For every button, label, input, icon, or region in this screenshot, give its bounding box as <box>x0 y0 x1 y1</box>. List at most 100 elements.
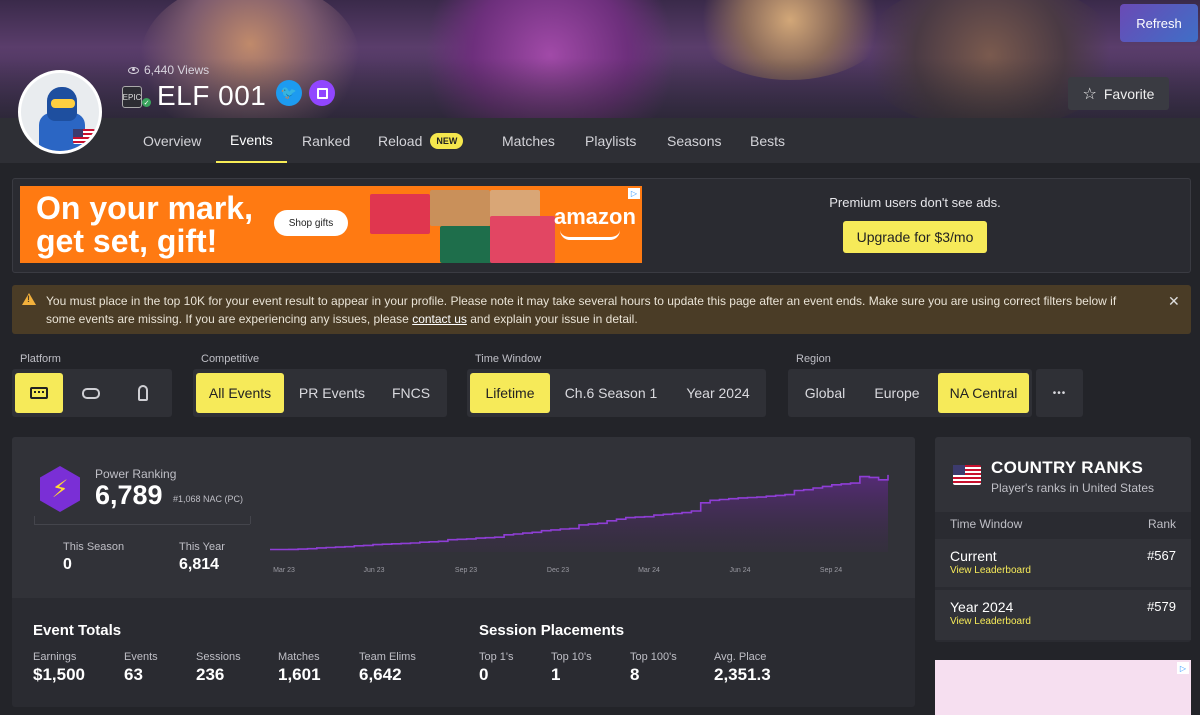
tab-playlists[interactable]: Playlists <box>585 118 636 163</box>
top10-value: 1 <box>551 665 561 684</box>
amazon-smile-icon <box>560 230 620 240</box>
contact-us-link[interactable]: contact us <box>412 312 467 326</box>
refresh-button[interactable]: Refresh <box>1120 4 1198 42</box>
side-ad[interactable] <box>935 660 1191 715</box>
platform-keyboard-button[interactable] <box>15 373 63 413</box>
x-tick-label: Sep 24 <box>820 567 842 574</box>
this-season-label: This Season <box>63 541 125 553</box>
profile-nav: Overview Events Ranked Reload NEW Matche… <box>0 118 1200 163</box>
warning-icon <box>22 293 36 305</box>
team-elims-label: Team Elims <box>359 651 416 663</box>
region-label: Region <box>796 353 831 365</box>
upgrade-button[interactable]: Upgrade for $3/mo <box>843 221 987 253</box>
platform-touch-button[interactable] <box>119 373 167 413</box>
gift-box <box>370 194 430 234</box>
player-name: ELF 001 <box>157 80 267 111</box>
pr-events-button[interactable]: PR Events <box>291 373 373 413</box>
fncs-button[interactable]: FNCS <box>381 373 441 413</box>
platform-filter <box>12 369 172 417</box>
x-tick-label: Sep 23 <box>455 567 477 574</box>
top1-value: 0 <box>479 665 489 684</box>
team-elims-value: 6,642 <box>359 665 402 684</box>
country-ranks-subtitle: Player's ranks in United States <box>991 481 1155 495</box>
earnings-value: $1,500 <box>33 665 85 684</box>
this-year-value: 6,814 <box>179 556 220 573</box>
x-tick-label: Mar 24 <box>638 567 660 574</box>
favorite-button[interactable]: ☆ Favorite <box>1068 77 1169 110</box>
tab-reload[interactable]: Reload NEW <box>378 118 464 163</box>
na-central-button[interactable]: NA Central <box>938 373 1029 413</box>
alert-message: You must place in the top 10K for your e… <box>46 294 1117 326</box>
chart-area <box>270 474 888 552</box>
rank-value: #567 <box>1147 548 1176 563</box>
gift-box <box>430 190 490 226</box>
time-window-column: Time Window <box>950 517 1023 531</box>
x-tick-label: Mar 23 <box>273 567 295 574</box>
twitter-icon[interactable]: 🐦 <box>276 80 302 106</box>
event-totals-title: Event Totals <box>33 622 122 639</box>
tab-bests[interactable]: Bests <box>750 118 785 163</box>
all-events-button[interactable]: All Events <box>196 373 284 413</box>
us-flag-icon <box>953 465 981 485</box>
new-badge: NEW <box>430 132 464 149</box>
ch6-season1-button[interactable]: Ch.6 Season 1 <box>557 373 665 413</box>
amazon-logo: amazon <box>554 204 636 229</box>
divider <box>34 524 250 525</box>
adchoices-icon[interactable]: ▷ <box>628 188 640 199</box>
lifetime-button[interactable]: Lifetime <box>470 373 550 413</box>
session-placements-title: Session Placements <box>479 622 625 639</box>
matches-value: 1,601 <box>278 665 321 684</box>
this-season-value: 0 <box>63 556 72 573</box>
view-count: 6,440 Views <box>128 63 209 77</box>
platform-controller-button[interactable] <box>67 373 115 413</box>
platform-label: Platform <box>20 353 61 365</box>
star-icon: ☆ <box>1082 85 1097 103</box>
view-leaderboard-link[interactable]: View Leaderboard <box>950 565 1031 576</box>
favorite-label: Favorite <box>1103 85 1155 102</box>
tab-events[interactable]: Events <box>216 118 287 163</box>
ad-headline: On your mark, get set, gift! <box>36 190 253 259</box>
view-leaderboard-link[interactable]: View Leaderboard <box>950 616 1031 627</box>
twitch-icon[interactable] <box>309 80 335 106</box>
x-tick-label: Jun 23 <box>363 567 384 574</box>
top1-label: Top 1's <box>479 651 514 663</box>
close-icon[interactable]: ✕ <box>1168 293 1180 310</box>
views-label: 6,440 Views <box>144 63 210 77</box>
x-tick-label: Dec 23 <box>547 567 569 574</box>
global-button[interactable]: Global <box>791 373 859 413</box>
gift-box <box>490 216 555 263</box>
earnings-label: Earnings <box>33 651 77 663</box>
avatar <box>18 70 102 154</box>
tab-matches[interactable]: Matches <box>502 118 555 163</box>
time-window-filter: Lifetime Ch.6 Season 1 Year 2024 <box>467 369 766 417</box>
ad-banner[interactable]: On your mark, get set, gift! Shop gifts … <box>20 186 642 263</box>
europe-button[interactable]: Europe <box>864 373 930 413</box>
rank-column: Rank <box>1147 517 1176 531</box>
competitive-label: Competitive <box>201 353 260 365</box>
top10-label: Top 10's <box>551 651 592 663</box>
power-ranking-value: 6,789 <box>95 480 163 510</box>
tab-overview[interactable]: Overview <box>143 118 201 163</box>
adchoices-icon[interactable]: ▷ <box>1177 662 1189 674</box>
matches-label: Matches <box>278 651 320 663</box>
rank-period: Year 2024 <box>950 599 1014 615</box>
time-window-label: Time Window <box>475 353 542 365</box>
keyboard-icon <box>30 387 48 399</box>
shop-gifts-button[interactable]: Shop gifts <box>274 210 348 236</box>
gift-box <box>490 190 540 218</box>
tab-ranked[interactable]: Ranked <box>302 118 350 163</box>
power-ranking-chart: Mar 23 Jun 23 Sep 23 Dec 23 Mar 24 Jun 24 Sep … <box>270 474 889 574</box>
region-more-button[interactable]: ••• <box>1036 369 1083 417</box>
competitive-filter: All Events PR Events FNCS <box>193 369 447 417</box>
tab-seasons[interactable]: Seasons <box>667 118 721 163</box>
rank-period: Current <box>950 548 997 564</box>
avg-place-value: 2,351.3 <box>714 665 771 684</box>
year-2024-button[interactable]: Year 2024 <box>673 373 763 413</box>
gift-box <box>440 226 495 263</box>
us-flag-icon <box>73 129 95 144</box>
premium-message: Premium users don't see ads. <box>829 195 1001 210</box>
power-ranking-rank: #1,068 NAC (PC) <box>173 494 244 504</box>
x-tick-label: Jun 24 <box>729 567 750 574</box>
epic-games-icon: EPIC <box>122 86 142 108</box>
rank-value: #579 <box>1147 599 1176 614</box>
